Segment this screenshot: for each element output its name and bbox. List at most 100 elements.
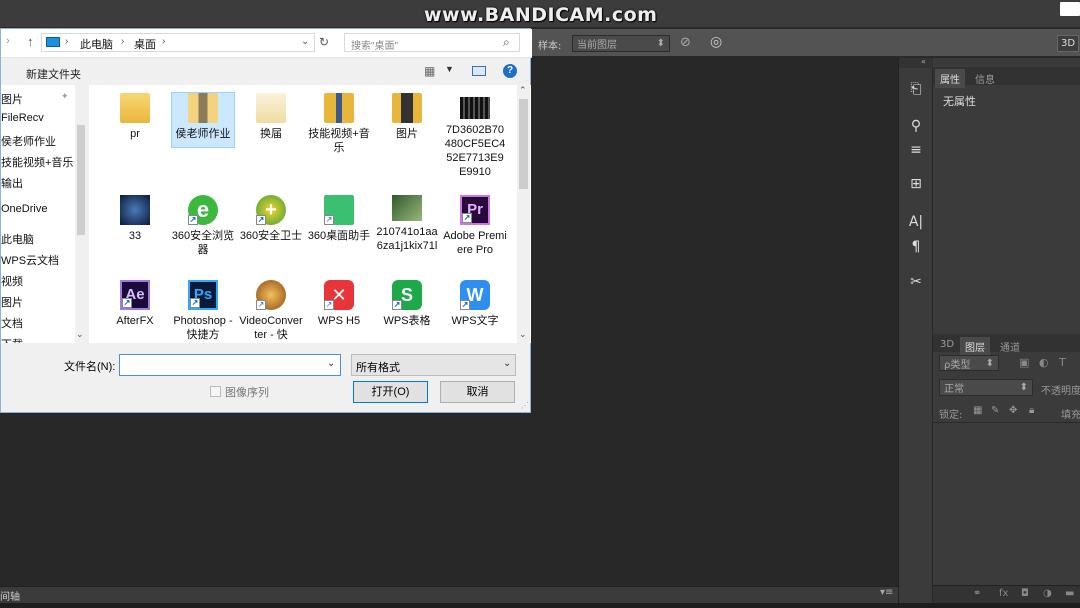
file-item-photoshop[interactable]: Ps ↗ Photoshop - 快捷方 [171,280,235,341]
scroll-up-icon[interactable]: ⌃ [519,85,527,96]
file-item-video-file[interactable]: 7D3602B70480CF5EC452E7713E9E9910 [443,93,507,183]
chevron-down-icon[interactable]: ▼ [445,64,454,74]
tab-channels[interactable]: 通道 [995,337,1025,356]
preview-pane-icon[interactable] [472,66,486,76]
character-icon[interactable]: A| [907,213,925,231]
filter-pixel-icon[interactable]: ▣ [1019,356,1029,369]
search-input[interactable]: 搜索"桌面" ⌕ [344,33,520,52]
view-options-icon[interactable]: ▦ [424,64,435,78]
chevron-down-icon[interactable]: ⌄ [503,358,511,369]
file-item-homework[interactable]: 侯老师作业 [171,92,235,148]
refresh-icon[interactable]: ↻ [319,35,329,49]
window-control[interactable] [1060,2,1080,16]
lock-pixels-icon[interactable]: ▦ [973,405,982,416]
file-item-huanjie[interactable]: 换届 [239,93,303,153]
file-item-wps-writer[interactable]: W ↗ WPS文字 [443,280,507,340]
help-icon[interactable]: ? [503,64,517,78]
file-item-premiere[interactable]: Pr ↗ Adobe Premiere Pro [443,195,507,275]
blend-mode-select[interactable]: 正常 ⬍ [939,379,1033,396]
file-item-image-file[interactable]: 210741o1aa6za1j1kix71l [375,195,439,275]
lock-all-icon[interactable]: 🔒︎ [1029,405,1034,416]
wps-sheet-icon: S ↗ [392,280,422,310]
adjustments-icon[interactable]: ≡ [907,141,925,159]
panel-menu-icon[interactable]: ▾≡ [880,587,893,598]
file-item-pr[interactable]: pr [103,93,167,153]
fx-icon[interactable]: fx [999,588,1008,599]
paragraph-icon[interactable]: ¶ [907,238,925,256]
sidebar-item-filerecv[interactable]: FileRecv [1,112,44,124]
crumb-desktop[interactable]: 桌面 [134,36,156,52]
filetype-select[interactable]: 所有格式 ⌄ [351,354,516,376]
scroll-down-icon[interactable]: ⌄ [76,329,84,340]
file-item-pictures[interactable]: 图片 [375,93,439,153]
lock-move-icon[interactable]: ✥ [1009,405,1017,416]
tab-info[interactable]: 信息 [970,69,1000,88]
image-sequence-label: 图像序列 [225,387,269,399]
tools-icon[interactable]: ✂ [907,273,925,291]
mode-3d-button[interactable]: 3D [1057,35,1079,52]
open-button[interactable]: 打开(O) [353,381,428,403]
sidebar-item-documents[interactable]: 文档 [1,315,23,331]
layer-filter-select[interactable]: ρ类型 ⬍ [939,355,999,371]
forward-icon[interactable]: › [6,35,10,47]
premiere-icon: Pr ↗ [460,195,490,225]
ignore-adjustment-icon[interactable]: ⊘ [680,35,691,50]
tab-3d[interactable]: 3D [935,337,959,352]
pin-icon: ✦ [61,91,69,101]
nav-scrollbar-thumb[interactable] [77,125,85,235]
file-item-videoconverter[interactable]: ↗ VideoConverter - 快 [239,280,303,341]
sidebar-item-skill-video[interactable]: 技能视频+音乐 [1,154,73,170]
sidebar-item-this-pc[interactable]: 此电脑 [1,231,34,247]
file-scrollbar[interactable]: ⌃ ⌄ [517,85,530,343]
up-arrow-icon[interactable]: ↑ [27,34,34,49]
breadcrumb[interactable]: › 此电脑 › 桌面 › ⌄ [41,33,315,52]
collapse-icon[interactable]: « [899,58,933,68]
history-icon[interactable]: ⎗ [907,80,925,98]
filter-type-icon[interactable]: T [1059,356,1066,369]
file-item-360-guard[interactable]: + ↗ 360安全卫士 [239,195,303,255]
sidebar-item-output[interactable]: 输出 [1,175,23,191]
sidebar-item-downloads[interactable]: 下载 [1,336,23,343]
sidebar-item-homework[interactable]: 侯老师作业 [1,133,56,149]
sidebar-item-videos[interactable]: 视频 [1,273,23,289]
tab-layers[interactable]: 图层 [960,337,990,356]
sample-select[interactable]: 当前图层 ⬍ [572,35,670,52]
new-folder-button[interactable]: 新建文件夹 [26,66,81,82]
file-item-360-browser[interactable]: e ↗ 360安全浏览器 [171,195,235,256]
tab-properties[interactable]: 属性 [935,69,965,88]
crumb-this-pc[interactable]: 此电脑 [80,36,113,52]
sidebar-item-pictures[interactable]: 图片 [1,91,23,107]
chevron-down-icon[interactable]: ⌄ [327,358,335,369]
sidebar-item-pictures-2[interactable]: 图片 [1,294,23,310]
brush-settings-icon[interactable]: ⚲ [907,117,925,135]
nav-scrollbar[interactable]: ⌄ [75,85,87,343]
file-item-wps-sheet[interactable]: S ↗ WPS表格 [375,280,439,340]
chevron-right-icon: › [121,36,125,47]
resize-grip-icon[interactable]: ⋰ [521,401,529,410]
cancel-button[interactable]: 取消 [440,381,515,403]
chevron-down-icon[interactable]: ⌄ [301,36,309,47]
file-item-33[interactable]: 33 [103,195,167,255]
filename-input[interactable]: ⌄ [119,354,341,376]
file-item-wps-h5[interactable]: ✕ ↗ WPS H5 [307,280,371,340]
adjustment-layer-icon[interactable]: ◑ [1043,588,1052,599]
image-sequence-checkbox[interactable] [210,386,221,397]
search-icon[interactable]: ⌕ [503,35,510,50]
lock-paint-icon[interactable]: ✎ [991,405,999,416]
clone-source-icon[interactable]: ⊞ [907,175,925,193]
file-item-aftereffects[interactable]: Ae ↗ AfterFX [103,280,167,340]
file-item-skill-video[interactable]: 技能视频+音乐 [307,93,371,154]
link-icon[interactable]: ⚭ [973,588,981,599]
sidebar-item-onedrive[interactable]: OneDrive [1,203,47,215]
file-scrollbar-thumb[interactable] [519,99,528,189]
filter-adjust-icon[interactable]: ◐ [1039,356,1049,369]
scroll-down-icon[interactable]: ⌄ [519,329,527,340]
updown-icon: ⬍ [656,38,665,49]
mask-icon[interactable]: ◘ [1021,588,1029,599]
file-item-360-desktop[interactable]: ↗ 360桌面助手 [307,195,371,255]
360-guard-icon: + ↗ [256,195,286,225]
sidebar-item-wps-cloud[interactable]: WPS云文档 [1,252,59,268]
image-icon [120,195,150,225]
group-icon[interactable]: ▬ [1065,588,1074,599]
sample-all-icon[interactable]: ◎ [710,34,722,50]
